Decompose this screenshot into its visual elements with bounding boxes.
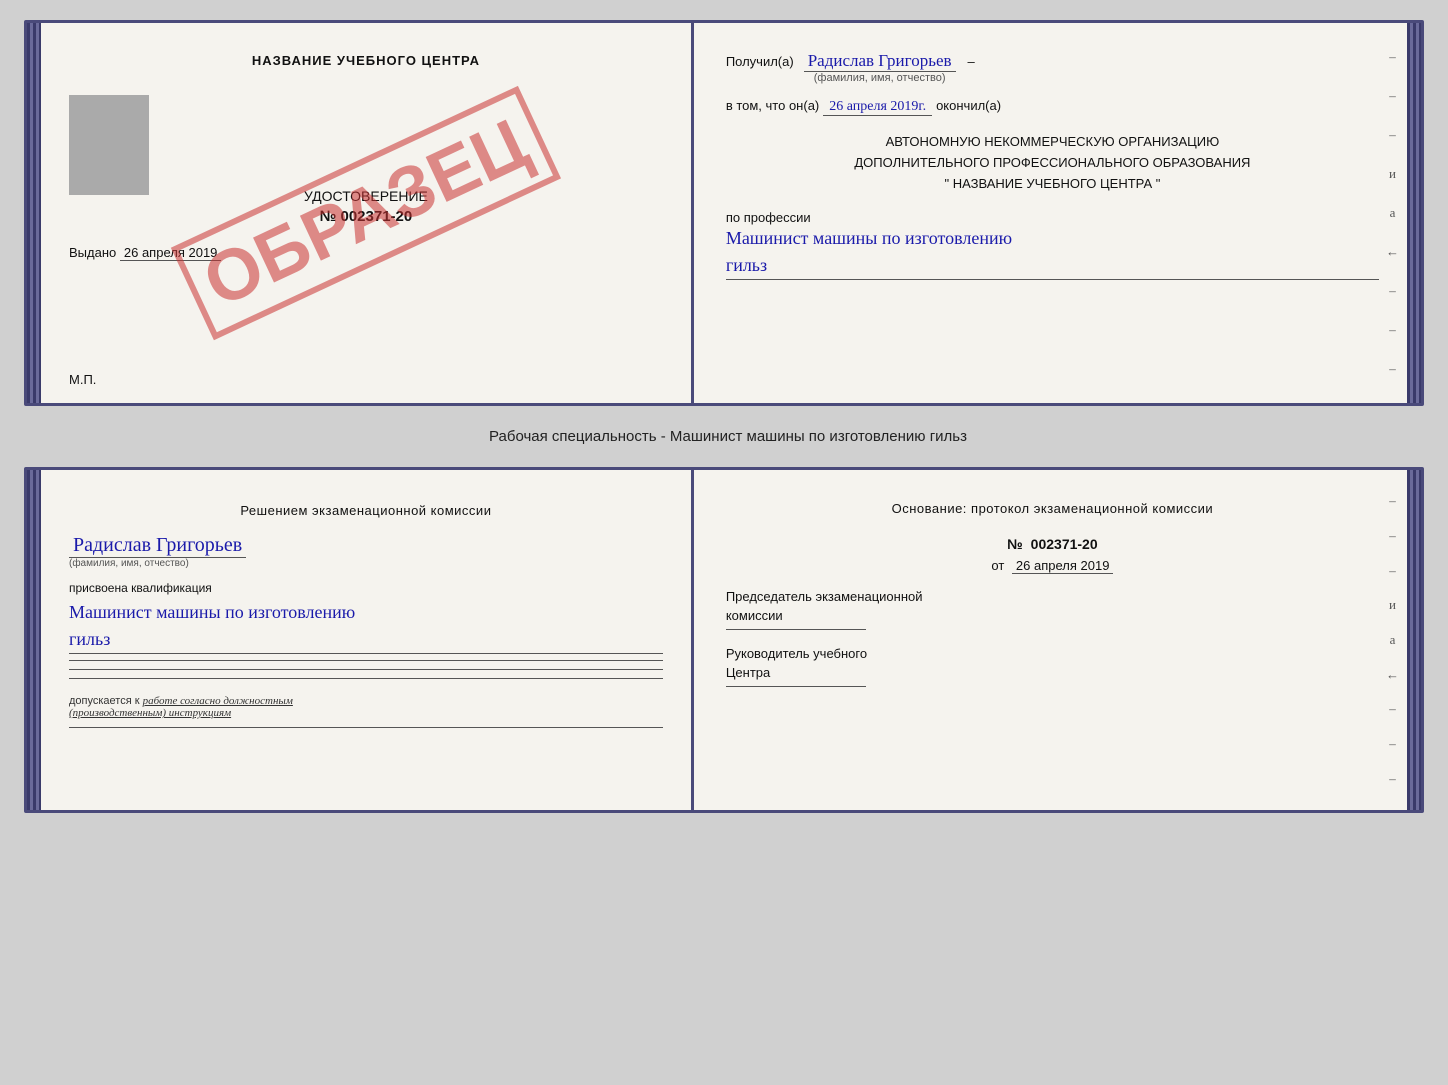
- profession-label: по профессии: [726, 210, 1379, 225]
- fio-note-bottom: (фамилия, имя, отчество): [69, 558, 189, 569]
- chairman-label2: комиссии: [726, 608, 1379, 623]
- received-line: Получил(а) Радислав Григорьев (фамилия, …: [726, 51, 1379, 84]
- chairman-label1: Председатель экзаменационной: [726, 589, 1379, 604]
- binding-left: [27, 23, 41, 403]
- completion-line: в том, что он(а) 26 апреля 2019г. окончи…: [726, 98, 1379, 116]
- date-prefix: от: [991, 558, 1004, 573]
- binding-right-bottom: [1407, 470, 1421, 810]
- head-label2: Центра: [726, 665, 1379, 680]
- org-line1: АВТОНОМНУЮ НЕКОММЕРЧЕСКУЮ ОРГАНИЗАЦИЮ: [726, 132, 1379, 153]
- completion-date: 26 апреля 2019г.: [823, 99, 932, 116]
- margin-dashes-bottom: – – – и а ← – – –: [1386, 470, 1399, 810]
- cert-title: УДОСТОВЕРЕНИЕ: [69, 188, 663, 204]
- allow-italic2: (производственным) инструкциям: [69, 707, 231, 719]
- basis-date-line: от 26 апреля 2019: [726, 558, 1379, 573]
- profession-text1: Машинист машины по изготовлению: [726, 225, 1379, 252]
- recipient-name: Радислав Григорьев: [804, 51, 956, 72]
- issued-date: 26 апреля 2019: [120, 245, 222, 261]
- assigned-label: присвоена квалификация: [69, 581, 663, 595]
- decision-text: Решением экзаменационной комиссии: [69, 500, 663, 522]
- bottom-document: Решением экзаменационной комиссии Радисл…: [24, 467, 1424, 813]
- top-right-page: Получил(а) Радислав Григорьев (фамилия, …: [694, 23, 1407, 403]
- head-label1: Руководитель учебного: [726, 646, 1379, 661]
- section-label: Рабочая специальность - Машинист машины …: [481, 422, 967, 451]
- institution-name-top: НАЗВАНИЕ УЧЕБНОГО ЦЕНТРА: [69, 53, 663, 68]
- underline2: [69, 669, 663, 670]
- org-line2: ДОПОЛНИТЕЛЬНОГО ПРОФЕССИОНАЛЬНОГО ОБРАЗО…: [726, 153, 1379, 174]
- person-name: Радислав Григорьев: [69, 534, 246, 558]
- underline4: [69, 727, 663, 728]
- in-that-label: в том, что он(а): [726, 98, 819, 113]
- issued-line: Выдано 26 апреля 2019: [69, 245, 663, 260]
- profession-text2: гильз: [726, 252, 1379, 280]
- profession-block: по профессии Машинист машины по изготовл…: [726, 210, 1379, 280]
- org-block: АВТОНОМНУЮ НЕКОММЕРЧЕСКУЮ ОРГАНИЗАЦИЮ ДО…: [726, 132, 1379, 194]
- chairman-block: Председатель экзаменационной комиссии: [726, 589, 1379, 630]
- mp-label: М.П.: [69, 372, 96, 387]
- bottom-right-page: Основание: протокол экзаменационной коми…: [694, 470, 1407, 810]
- margin-dashes-top: – – – и а ← – – –: [1386, 23, 1399, 403]
- allow-block: допускается к работе согласно должностны…: [69, 695, 663, 719]
- qual-text1: Машинист машины по изготовлению: [69, 599, 663, 626]
- allow-italic1: работе согласно должностным: [143, 695, 293, 707]
- number-label: №: [1007, 536, 1023, 552]
- binding-right: [1407, 23, 1421, 403]
- underline3: [69, 678, 663, 679]
- head-block: Руководитель учебного Центра: [726, 646, 1379, 687]
- received-label: Получил(а): [726, 54, 794, 69]
- top-document: НАЗВАНИЕ УЧЕБНОГО ЦЕНТРА ОБРАЗЕЦ УДОСТОВ…: [24, 20, 1424, 406]
- issued-label: Выдано: [69, 245, 116, 260]
- cert-number: № 002371-20: [69, 208, 663, 225]
- basis-number-line: № 002371-20: [726, 536, 1379, 552]
- date-value: 26 апреля 2019: [1012, 558, 1114, 574]
- number-value: 002371-20: [1031, 536, 1098, 552]
- bottom-left-page: Решением экзаменационной комиссии Радисл…: [41, 470, 694, 810]
- person-block: Радислав Григорьев (фамилия, имя, отчест…: [69, 534, 663, 569]
- chairman-signature: [726, 629, 866, 630]
- allow-text-label: допускается к: [69, 695, 140, 707]
- finished-label: окончил(а): [936, 98, 1001, 113]
- org-name: " НАЗВАНИЕ УЧЕБНОГО ЦЕНТРА ": [726, 174, 1379, 195]
- fio-note-top: (фамилия, имя, отчество): [814, 72, 946, 84]
- top-left-page: НАЗВАНИЕ УЧЕБНОГО ЦЕНТРА ОБРАЗЕЦ УДОСТОВ…: [41, 23, 694, 403]
- qual-text2: гильз: [69, 626, 663, 654]
- photo-placeholder: [69, 95, 149, 195]
- binding-left-bottom: [27, 470, 41, 810]
- head-signature: [726, 686, 866, 687]
- underline1: [69, 660, 663, 661]
- basis-title: Основание: протокол экзаменационной коми…: [726, 498, 1379, 520]
